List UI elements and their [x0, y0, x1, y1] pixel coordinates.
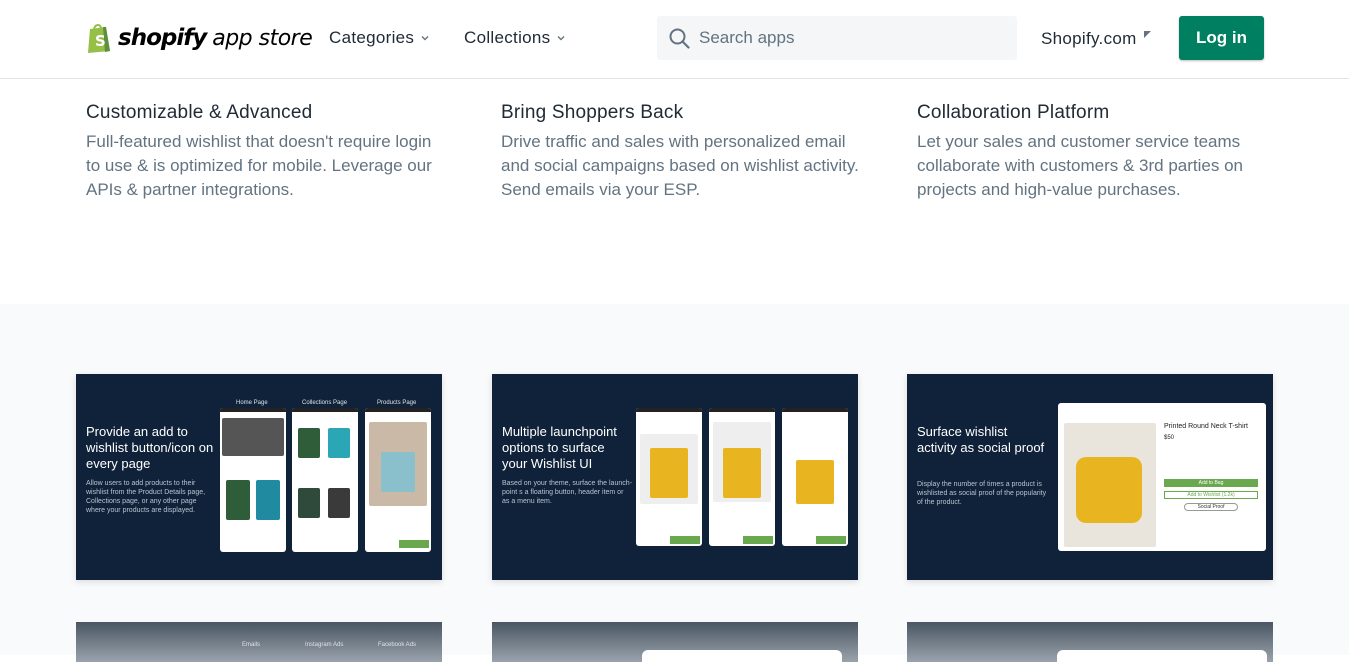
add-to-bag-button: Add to Bag — [1164, 479, 1258, 487]
product-price: $50 — [1164, 435, 1175, 441]
svg-text:S: S — [95, 32, 106, 50]
site-header: S shopify app store Categories Collectio… — [0, 0, 1349, 79]
screenshot-card-6[interactable] — [907, 622, 1273, 662]
screenshot-card-1[interactable]: Provide an add to wishlist button/icon o… — [76, 374, 442, 580]
feature-title: Bring Shoppers Back — [501, 102, 684, 123]
feature-description: Full-featured wishlist that doesn't requ… — [86, 132, 432, 199]
shopify-app-store-logo[interactable]: S shopify app store — [86, 20, 313, 56]
phone-mockup — [292, 408, 358, 552]
search-icon — [669, 28, 690, 49]
feature-title: Collaboration Platform — [917, 102, 1110, 123]
card-description: Based on your theme, surface the launch-… — [502, 480, 632, 505]
add-to-wishlist-button: Add to Wishlist (1.2k) — [1164, 491, 1258, 499]
phone-mockup — [782, 408, 848, 546]
search-bar[interactable] — [657, 16, 1017, 60]
phone-mockup — [709, 408, 775, 546]
phone-mockup — [365, 408, 431, 552]
search-input[interactable] — [699, 28, 999, 48]
login-button[interactable]: Log in — [1179, 16, 1264, 60]
shopify-com-link[interactable]: Shopify.com — [1041, 29, 1151, 49]
shopify-bag-icon: S — [86, 22, 113, 54]
phone-mockup — [220, 408, 286, 552]
phone-label: Home Page — [236, 400, 268, 406]
nav-collections-label: Collections — [464, 28, 551, 47]
phone-label: Facebook Ads — [378, 642, 417, 648]
card-description: Display the number of times a product is… — [917, 481, 1047, 506]
nav-categories-label: Categories — [329, 28, 415, 47]
phone-mockup — [636, 408, 702, 546]
logo-wordmark: shopify — [118, 25, 207, 51]
phone-label: Emails — [242, 642, 261, 648]
screenshot-card-2[interactable]: Multiple launchpoint options to surface … — [492, 374, 858, 580]
social-proof-tag: Social Proof — [1184, 503, 1238, 511]
product-name: Printed Round Neck T-shirt — [1164, 423, 1248, 430]
feature-description: Let your sales and customer service team… — [917, 132, 1243, 199]
external-link-icon — [1143, 31, 1151, 38]
card-title: Provide an add to wishlist button/icon o… — [86, 424, 214, 471]
chevron-down-icon — [421, 36, 429, 41]
desktop-mockup: Printed Round Neck T-shirt $50 Add to Ba… — [1058, 403, 1266, 551]
card-description: Allow users to add products to their wis… — [86, 480, 206, 514]
nav-categories[interactable]: Categories — [329, 28, 430, 48]
feature-customizable: Customizable & Advanced Full-featured wi… — [86, 102, 446, 202]
phone-label: Instagram Ads — [305, 642, 344, 648]
feature-title: Customizable & Advanced — [86, 102, 313, 123]
card-title: Multiple launchpoint options to surface … — [502, 424, 617, 471]
screenshot-card-4[interactable]: Emails Instagram Ads Facebook Ads — [76, 622, 442, 662]
nav-collections[interactable]: Collections — [464, 28, 566, 48]
chevron-down-icon — [557, 36, 565, 41]
feature-collaboration: Collaboration Platform Let your sales an… — [917, 102, 1277, 202]
shopify-com-label: Shopify.com — [1041, 29, 1137, 48]
screenshot-card-3[interactable]: Surface wishlist activity as social proo… — [907, 374, 1273, 580]
phone-label: Products Page — [377, 400, 417, 406]
feature-bring-shoppers-back: Bring Shoppers Back Drive traffic and sa… — [501, 102, 861, 202]
phone-label: Collections Page — [302, 400, 348, 406]
logo-subtitle: app store — [212, 25, 313, 51]
feature-description: Drive traffic and sales with personalize… — [501, 132, 859, 199]
screenshot-card-5[interactable] — [492, 622, 858, 662]
card-title: Surface wishlist activity as social proo… — [917, 424, 1045, 455]
